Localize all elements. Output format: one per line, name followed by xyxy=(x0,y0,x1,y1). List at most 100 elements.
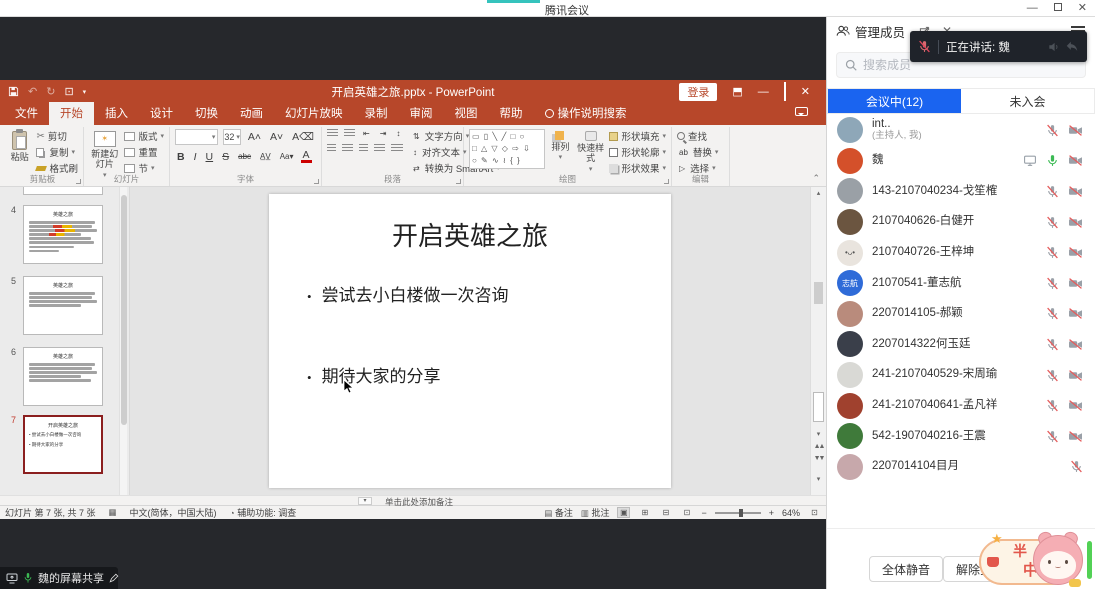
member-row[interactable]: int.. (主持人, 我) xyxy=(827,115,1095,146)
slide-body[interactable]: •尝试去小白楼做一次咨询 •期待大家的分享 xyxy=(307,281,671,387)
member-row[interactable]: 2107040626-白健开 xyxy=(827,207,1095,238)
shadow-button[interactable]: abc xyxy=(236,152,253,161)
dialog-launcher-icon[interactable] xyxy=(314,179,319,184)
line-spacing-icon[interactable]: ↕ xyxy=(394,129,402,138)
reply-icon[interactable] xyxy=(1065,40,1079,54)
mic-off-icon[interactable] xyxy=(1046,430,1059,443)
bold-button[interactable]: B xyxy=(175,151,187,163)
mic-off-icon[interactable] xyxy=(1046,246,1059,259)
slide-thumbnail[interactable]: 6 英雄之旅 xyxy=(23,347,103,406)
dialog-launcher-icon[interactable] xyxy=(76,179,81,184)
columns-icon[interactable] xyxy=(391,144,403,153)
new-slide-button[interactable]: ✶ 新建幻灯片▾ xyxy=(89,129,120,174)
ppt-restore-button[interactable] xyxy=(784,83,786,101)
member-row[interactable]: 2207014322何玉廷 xyxy=(827,329,1095,360)
slide-thumbnail[interactable]: 5 英雄之旅 xyxy=(23,276,103,335)
current-slide[interactable]: 开启英雄之旅 •尝试去小白楼做一次咨询 •期待大家的分享 xyxy=(269,194,671,488)
reading-view-icon[interactable]: ⊟ xyxy=(659,507,672,518)
mic-off-icon[interactable] xyxy=(1046,307,1059,320)
mic-off-icon[interactable] xyxy=(1046,216,1059,229)
thumbnail-scrollbar[interactable] xyxy=(119,187,127,495)
language-status[interactable]: 中文(简体，中国大陆) xyxy=(130,506,217,519)
cam-off-icon[interactable] xyxy=(1068,338,1083,351)
slide-thumbnail[interactable]: 4 英雄之旅 xyxy=(23,205,103,264)
scroll-down-icon[interactable]: ▾ xyxy=(811,430,826,438)
font-size-select[interactable]: 32▾ xyxy=(223,129,241,145)
slide-title[interactable]: 开启英雄之旅 xyxy=(269,216,671,253)
italic-button[interactable]: I xyxy=(192,151,199,163)
ppt-tab-动画[interactable]: 动画 xyxy=(229,102,274,125)
screen-icon[interactable] xyxy=(1023,154,1037,167)
grow-font-icon[interactable]: A˄ xyxy=(246,131,263,143)
cam-off-icon[interactable] xyxy=(1068,369,1083,382)
comment-icon[interactable] xyxy=(795,107,808,116)
scrollbar-thumb[interactable] xyxy=(814,282,823,304)
comments-toggle[interactable]: ▥ 批注 xyxy=(581,506,610,519)
char-spacing-icon[interactable]: A̲V̲ xyxy=(258,152,273,161)
panel-tab-未入会[interactable]: 未入会 xyxy=(961,89,1094,113)
fit-to-window-icon[interactable]: ⊡ xyxy=(808,507,821,518)
mic-off-icon[interactable] xyxy=(1046,277,1059,290)
member-row[interactable]: 143-2107040234-戈笙榷 xyxy=(827,176,1095,207)
mic-off-icon[interactable] xyxy=(1046,338,1059,351)
notes-collapse-icon[interactable]: ▾ xyxy=(358,497,372,505)
cam-off-icon[interactable] xyxy=(1068,399,1083,412)
change-case-icon[interactable]: Aa▾ xyxy=(278,152,296,161)
ppt-tab-录制[interactable]: 录制 xyxy=(354,102,399,125)
mic-off-icon[interactable] xyxy=(1046,369,1059,382)
cam-off-icon[interactable] xyxy=(1068,124,1083,137)
annotate-pen-icon[interactable] xyxy=(109,573,119,583)
previous-slide-icon[interactable]: ▲▲ xyxy=(811,443,826,450)
justify-icon[interactable] xyxy=(374,144,385,153)
slide-thumbnail[interactable]: 7 开启英雄之旅 • 尝试去小白楼做一次咨询• 期待大家的分享 xyxy=(23,415,103,474)
zoom-slider[interactable] xyxy=(715,512,761,514)
slide-sorter-icon[interactable]: ⊞ xyxy=(638,507,651,518)
ppt-tab-操作说明搜索[interactable]: 操作说明搜索 xyxy=(534,102,638,125)
shape-fill-button[interactable]: 形状填充▾ xyxy=(609,129,666,143)
screen-share-toolbar[interactable]: 魏的屏幕共享 xyxy=(0,567,118,589)
undo-icon[interactable]: ↶ xyxy=(28,85,37,98)
notes-toggle[interactable]: ▤ 备注 xyxy=(544,506,573,519)
ppt-tab-开始[interactable]: 开始 xyxy=(49,102,94,125)
shape-outline-button[interactable]: 形状轮廓▾ xyxy=(609,145,666,159)
speaker-icon[interactable] xyxy=(1047,40,1061,54)
align-right-icon[interactable] xyxy=(359,144,368,153)
ppt-tab-幻灯片放映[interactable]: 幻灯片放映 xyxy=(274,102,354,125)
member-row[interactable]: 2207014104目月 xyxy=(827,452,1095,483)
panel-tab-会议中(12)[interactable]: 会议中(12) xyxy=(828,89,961,113)
indent-left-icon[interactable]: ⇤ xyxy=(361,129,372,138)
cam-off-icon[interactable] xyxy=(1068,216,1083,229)
paste-button[interactable]: 粘贴 xyxy=(7,129,32,174)
next-slide-icon[interactable]: ▼▼ xyxy=(811,455,826,462)
notes-scroll-icon[interactable]: ▾ xyxy=(811,475,826,483)
arrange-button[interactable]: 排列▾ xyxy=(549,129,572,174)
redo-icon[interactable]: ↻ xyxy=(46,85,55,98)
cut-button[interactable]: ✂剪切 xyxy=(36,129,78,143)
find-button[interactable]: 查找 xyxy=(677,129,718,143)
accessibility-status[interactable]: ◔ 辅助功能: 调查 xyxy=(230,506,297,519)
ppt-tab-审阅[interactable]: 审阅 xyxy=(399,102,444,125)
quick-styles-button[interactable]: 快速样式▾ xyxy=(576,129,606,174)
bullets-icon[interactable] xyxy=(327,129,338,138)
member-row[interactable]: 241-2107040529-宋周瑜 xyxy=(827,360,1095,391)
canvas-scrollbar[interactable]: ▴ ▾ ▲▲ ▼▼ ▾ xyxy=(810,187,826,495)
slideshow-icon[interactable]: ⊡ xyxy=(64,85,73,98)
login-button[interactable]: 登录 xyxy=(679,83,717,101)
ppt-tab-文件[interactable]: 文件 xyxy=(4,102,49,125)
cam-off-icon[interactable] xyxy=(1068,307,1083,320)
zoom-level[interactable]: 64% xyxy=(782,508,800,518)
dialog-launcher-icon[interactable] xyxy=(664,179,669,184)
ppt-minimize-button[interactable]: — xyxy=(758,86,769,98)
mic-off-icon[interactable] xyxy=(1046,399,1059,412)
notes-bar[interactable]: ▾ 单击此处添加备注 xyxy=(0,495,826,505)
replace-button[interactable]: ab替换▾ xyxy=(677,145,718,159)
mic-off-icon[interactable] xyxy=(1046,185,1059,198)
display-settings-icon[interactable]: ▦ xyxy=(109,507,117,518)
mute-all-button[interactable]: 全体静音 xyxy=(869,556,943,582)
zoom-out-icon[interactable]: − xyxy=(701,508,706,518)
ppt-tab-插入[interactable]: 插入 xyxy=(94,102,139,125)
shapes-gallery[interactable]: ▭ ▯ ╲ ╱ □ ○□ △ ▽ ◇ ⇨ ⇩○ ✎ ∿ ≀ { } xyxy=(469,129,545,169)
thumbnail-partial[interactable] xyxy=(23,187,103,195)
member-row[interactable]: 241-2107040641-孟凡祥 xyxy=(827,390,1095,421)
clear-format-icon[interactable]: A⌫ xyxy=(290,131,316,143)
